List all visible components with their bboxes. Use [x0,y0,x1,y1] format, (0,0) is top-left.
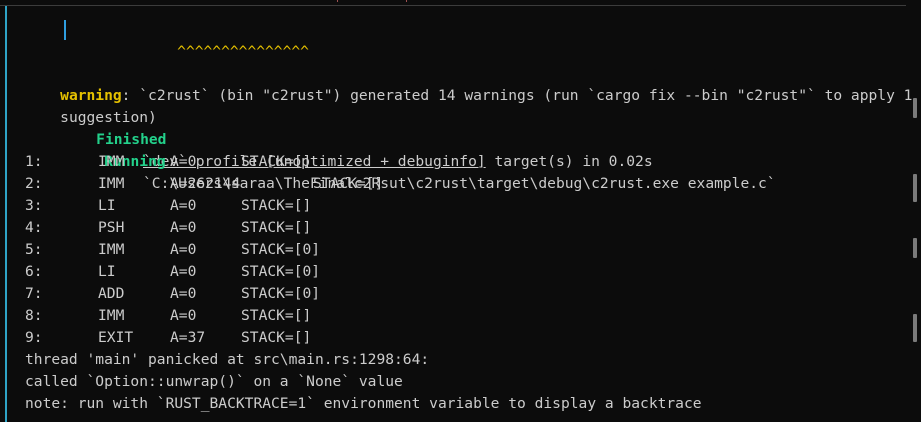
trace-register-a: A=262144 [170,175,241,192]
trace-opcode: IMM [98,175,125,192]
trace-step-number: 3: [25,197,43,214]
warning-text: : `c2rust` (bin "c2rust") generated 14 w… [121,87,913,104]
trace-register-a: A=37 [170,329,206,346]
trace-stack: STACK=[] [241,153,312,170]
finished-rest: target(s) in 0.02s [485,153,653,170]
trace-opcode: IMM [98,307,125,324]
scrollbar[interactable] [907,14,921,422]
terminal-window[interactable]: ^^^^^^^^^^^^^^^ warning: `c2rust` (bin "… [0,0,921,422]
pane-focus-bar [5,6,7,422]
unwrap-error-line: called `Option::unwrap()` on a `None` va… [25,373,403,390]
trace-register-a: A=0 [170,241,197,258]
caret-markers: ^^^^^^^^^^^^^^^ [177,43,309,60]
scroll-marker [913,174,917,202]
trace-step-number: 2: [25,175,43,192]
pane-top-border [0,5,906,6]
trace-opcode: LI [98,197,116,214]
trace-register-a: A=0 [170,219,197,236]
backtrace-note-line: note: run with `RUST_BACKTRACE=1` enviro… [25,395,702,412]
trace-step-number: 1: [25,153,43,170]
trace-step-number: 4: [25,219,43,236]
trace-step-number: 9: [25,329,43,346]
trace-stack: STACK=[0] [241,241,321,258]
trace-step-number: 5: [25,241,43,258]
trace-stack: STACK=[] [241,329,312,346]
panic-line: thread 'main' panicked at src\main.rs:12… [25,351,430,368]
finished-line: Finished `dev` profile [unoptimized + de… [61,107,652,170]
trace-opcode: IMM [98,153,125,170]
trace-opcode: LI [98,263,116,280]
trace-stack: STACK=[] [241,197,312,214]
trace-opcode: IMM [98,241,125,258]
trace-step-number: 8: [25,307,43,324]
trace-opcode: EXIT [98,329,134,346]
error-caret-line: ^^^^^^^^^^^^^^^ [142,19,309,60]
scroll-marker [913,98,917,118]
trace-step-number: 6: [25,263,43,280]
warning-line-cont: suggestion) [25,85,157,126]
trace-stack: STACK=[] [241,219,312,236]
active-tab-indicator [337,0,407,2]
scroll-marker [913,238,917,258]
trace-register-a: A=0 [170,285,197,302]
trace-stack: STACK=[] [241,307,312,324]
warning-line: warning: `c2rust` (bin "c2rust") generat… [25,63,912,104]
scroll-marker [913,314,917,342]
text-cursor [64,20,66,40]
trace-step-number: 7: [25,285,43,302]
trace-register-a: A=0 [170,197,197,214]
trace-stack: STACK=[] [313,175,384,192]
trace-register-a: A=0 [170,263,197,280]
trace-opcode: PSH [98,219,125,236]
trace-register-a: A=0 [170,153,197,170]
trace-register-a: A=0 [170,307,197,324]
trace-stack: STACK=[0] [241,263,321,280]
running-line: Running `C:\Users\saraa\TheFinalc2Rsut\c… [69,129,775,192]
trace-opcode: ADD [98,285,125,302]
trace-stack: STACK=[0] [241,285,321,302]
